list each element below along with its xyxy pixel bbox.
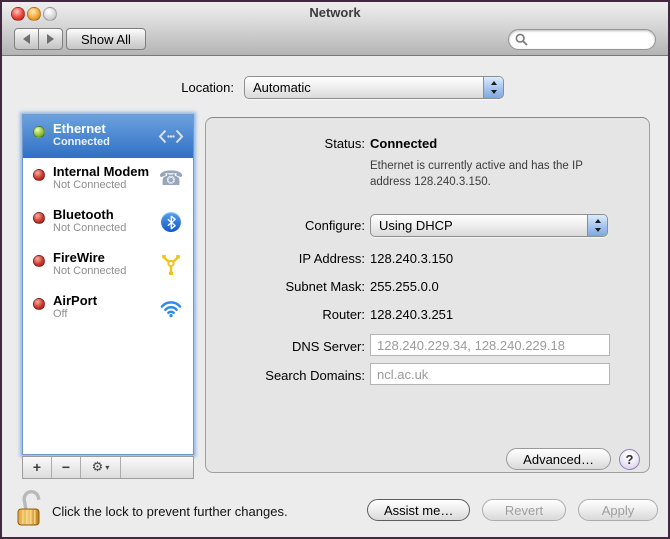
service-row-internal-modem[interactable]: Internal Modem Not Connected [23, 158, 193, 201]
search-field[interactable] [508, 29, 656, 50]
subnet-mask-value: 255.255.0.0 [370, 279, 439, 294]
router-value: 128.240.3.251 [370, 307, 453, 322]
back-button[interactable] [14, 28, 39, 50]
bluetooth-icon [157, 209, 185, 235]
apply-button: Apply [578, 499, 658, 521]
location-value: Automatic [253, 77, 311, 98]
lock-hint-text: Click the lock to prevent further change… [52, 504, 288, 519]
status-dot-disconnected [33, 298, 45, 310]
service-status: Not Connected [53, 265, 126, 278]
unlock-icon[interactable] [15, 488, 47, 528]
revert-button: Revert [482, 499, 566, 521]
gear-icon [92, 461, 104, 474]
detail-pane: Status: Connected Ethernet is currently … [205, 117, 650, 473]
help-button[interactable]: ? [619, 449, 640, 470]
configure-label: Configure: [206, 218, 365, 233]
search-domains-label: Search Domains: [206, 368, 365, 383]
services-toolbar-spacer [121, 457, 193, 478]
service-name: Ethernet [53, 121, 110, 136]
subnet-mask-label: Subnet Mask: [206, 279, 365, 294]
service-row-bluetooth[interactable]: Bluetooth Not Connected [23, 201, 193, 244]
search-domains-input[interactable] [370, 363, 610, 385]
search-input[interactable] [528, 32, 651, 48]
network-preferences-window: Network Show All Location: Automatic Eth… [0, 0, 670, 539]
location-label: Location: [2, 80, 234, 95]
service-name: Bluetooth [53, 207, 126, 222]
ip-address-label: IP Address: [206, 251, 365, 266]
dns-server-input[interactable] [370, 334, 610, 356]
service-status: Not Connected [53, 179, 149, 192]
assist-me-button[interactable]: Assist me… [367, 499, 470, 521]
remove-service-button[interactable]: − [52, 457, 81, 478]
configure-popup[interactable]: Using DHCP [370, 214, 608, 237]
service-status: Not Connected [53, 222, 126, 235]
show-all-button[interactable]: Show All [66, 28, 146, 50]
forward-icon [47, 34, 54, 44]
service-row-firewire[interactable]: FireWire Not Connected [23, 244, 193, 287]
ethernet-icon [157, 123, 185, 149]
ip-address-value: 128.240.3.150 [370, 251, 453, 266]
service-status: Off [53, 308, 97, 321]
window-title: Network [2, 2, 668, 24]
configure-value: Using DHCP [379, 215, 453, 236]
service-status: Connected [53, 136, 110, 149]
nav-buttons [14, 28, 63, 50]
location-popup[interactable]: Automatic [244, 76, 504, 99]
popup-stepper-icon [483, 77, 503, 98]
chevron-down-icon [105, 458, 109, 478]
service-name: Internal Modem [53, 164, 149, 179]
back-icon [23, 34, 30, 44]
airport-icon [157, 295, 185, 321]
service-row-airport[interactable]: AirPort Off [23, 287, 193, 330]
search-icon [515, 33, 528, 46]
service-row-ethernet[interactable]: Ethernet Connected [23, 115, 193, 158]
dns-server-label: DNS Server: [206, 339, 365, 354]
title-bar: Network Show All [2, 2, 668, 56]
status-dot-disconnected [33, 169, 45, 181]
popup-stepper-icon [587, 215, 607, 236]
add-service-button[interactable]: + [23, 457, 52, 478]
router-label: Router: [206, 307, 365, 322]
status-dot-connected [33, 126, 45, 138]
modem-icon [157, 166, 185, 192]
status-dot-disconnected [33, 255, 45, 267]
status-description: Ethernet is currently active and has the… [370, 158, 622, 191]
status-dot-disconnected [33, 212, 45, 224]
services-list: Ethernet Connected Internal Modem Not Co… [22, 114, 194, 455]
service-name: FireWire [53, 250, 126, 265]
status-value: Connected [370, 136, 437, 151]
service-action-menu-button[interactable] [81, 457, 121, 478]
status-label: Status: [206, 136, 365, 151]
services-toolbar: + − [22, 456, 194, 479]
service-name: AirPort [53, 293, 97, 308]
forward-button[interactable] [38, 28, 63, 50]
firewire-icon [157, 252, 185, 278]
advanced-button[interactable]: Advanced… [506, 448, 611, 470]
